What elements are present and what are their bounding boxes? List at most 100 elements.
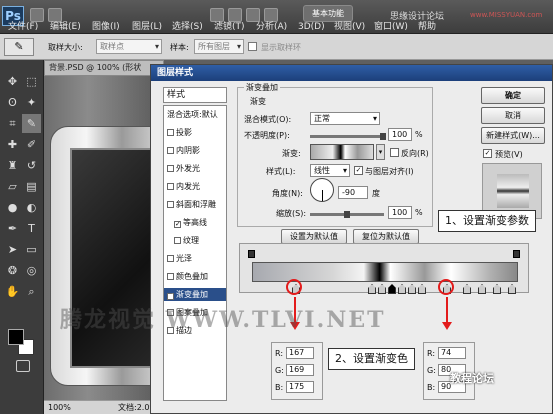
site-url: www.MISSYUAN.com: [470, 11, 543, 19]
menu-3d[interactable]: 3D(D): [298, 20, 325, 34]
marquee-tool-icon[interactable]: ⬚: [22, 72, 41, 91]
history-brush-icon[interactable]: ↺: [22, 156, 41, 175]
cancel-button[interactable]: 取消: [481, 107, 545, 124]
zoom-level[interactable]: 100%: [48, 401, 71, 414]
menu-filter[interactable]: 滤镜(T): [214, 20, 245, 34]
style-checkbox-checked[interactable]: ✓: [167, 293, 174, 300]
style-checkbox-checked[interactable]: ✓: [174, 221, 181, 228]
make-default-button[interactable]: 设置为默认值: [281, 229, 347, 244]
style-checkbox[interactable]: [174, 237, 181, 244]
color-stop[interactable]: [493, 284, 501, 294]
g-value[interactable]: 169: [286, 364, 314, 376]
menu-view[interactable]: 视图(V): [334, 20, 365, 34]
opacity-stop-left[interactable]: [248, 250, 255, 258]
style-inner-shadow[interactable]: 内阴影: [164, 144, 226, 157]
scale-input[interactable]: 100: [388, 206, 412, 219]
sample-select[interactable]: 所有图层: [194, 39, 244, 54]
crop-tool-icon[interactable]: ⌗: [3, 114, 22, 133]
blur-tool-icon[interactable]: ●: [3, 198, 22, 217]
menu-help[interactable]: 帮助: [418, 20, 436, 34]
gradient-tool-icon[interactable]: ▤: [22, 177, 41, 196]
move-tool-icon[interactable]: ✥: [3, 72, 22, 91]
healing-brush-icon[interactable]: ✚: [3, 135, 22, 154]
style-bevel-emboss[interactable]: 斜面和浮雕: [164, 198, 226, 211]
color-stop[interactable]: [368, 284, 376, 294]
color-stop[interactable]: [418, 284, 426, 294]
reverse-checkbox[interactable]: [390, 148, 399, 157]
color-stop[interactable]: [408, 284, 416, 294]
style-checkbox[interactable]: [167, 255, 174, 262]
color-stop[interactable]: [478, 284, 486, 294]
r-value[interactable]: 74: [438, 347, 466, 359]
style-contour[interactable]: ✓ 等高线: [164, 216, 226, 229]
menu-window[interactable]: 窗口(W): [374, 20, 408, 34]
eyedropper-tool-preset-icon[interactable]: ✎: [4, 38, 34, 56]
menu-select[interactable]: 选择(S): [172, 20, 203, 34]
menu-analysis[interactable]: 分析(A): [256, 20, 287, 34]
style-checkbox[interactable]: [167, 129, 174, 136]
quick-select-tool-icon[interactable]: ✦: [22, 93, 41, 112]
styles-header[interactable]: 样式: [163, 87, 227, 103]
type-tool-icon[interactable]: T: [22, 219, 41, 238]
opacity-stop-right[interactable]: [513, 250, 520, 258]
color-stop[interactable]: [388, 284, 396, 294]
zoom-tool-icon[interactable]: ⌕: [22, 282, 41, 301]
r-value[interactable]: 167: [286, 347, 314, 359]
style-checkbox[interactable]: [167, 147, 174, 154]
gradient-dropdown-icon[interactable]: ▾: [376, 144, 385, 160]
angle-input[interactable]: -90: [338, 186, 368, 199]
color-stop[interactable]: [378, 284, 386, 294]
style-checkbox[interactable]: [167, 201, 174, 208]
sample-size-select[interactable]: 取样点: [96, 39, 162, 54]
document-canvas[interactable]: [44, 76, 154, 400]
quick-mask-icon[interactable]: [16, 360, 30, 372]
hand-tool-icon[interactable]: ✋: [3, 282, 22, 301]
dodge-tool-icon[interactable]: ◐: [22, 198, 41, 217]
opacity-slider-thumb[interactable]: [380, 133, 386, 140]
eraser-tool-icon[interactable]: ▱: [3, 177, 22, 196]
color-stop[interactable]: [508, 284, 516, 294]
brush-tool-icon[interactable]: ✐: [22, 135, 41, 154]
style-color-overlay[interactable]: 颜色叠加: [164, 270, 226, 283]
pen-tool-icon[interactable]: ✒: [3, 219, 22, 238]
menu-edit[interactable]: 编辑(E): [50, 20, 81, 34]
3d-rotate-icon[interactable]: ❂: [3, 261, 22, 280]
style-satin[interactable]: 光泽: [164, 252, 226, 265]
3d-orbit-icon[interactable]: ◎: [22, 261, 41, 280]
ok-button[interactable]: 确定: [481, 87, 545, 104]
style-checkbox[interactable]: [167, 273, 174, 280]
angle-dial[interactable]: [310, 178, 334, 202]
foreground-color-swatch[interactable]: [8, 329, 24, 345]
style-inner-glow[interactable]: 内发光: [164, 180, 226, 193]
opacity-slider[interactable]: [310, 135, 384, 138]
eyedropper-tool-icon[interactable]: ✎: [22, 114, 41, 133]
style-texture[interactable]: 纹理: [164, 234, 226, 247]
color-stop[interactable]: [463, 284, 471, 294]
color-stop[interactable]: [398, 284, 406, 294]
style-gradient-overlay[interactable]: ✓ 渐变叠加: [164, 288, 226, 301]
b-value[interactable]: 175: [286, 381, 314, 393]
new-style-button[interactable]: 新建样式(W)...: [481, 127, 545, 144]
show-ring-checkbox[interactable]: [248, 42, 257, 51]
gradient-style-select[interactable]: 线性: [310, 164, 350, 177]
menu-image[interactable]: 图像(I): [92, 20, 120, 34]
document-tab[interactable]: 背景.PSD @ 100% (形状: [44, 60, 164, 76]
menu-file[interactable]: 文件(F): [8, 20, 38, 34]
style-outer-glow[interactable]: 外发光: [164, 162, 226, 175]
style-checkbox[interactable]: [167, 165, 174, 172]
reset-default-button[interactable]: 复位为默认值: [353, 229, 419, 244]
menu-layer[interactable]: 图层(L): [132, 20, 162, 34]
scale-slider-thumb[interactable]: [344, 211, 350, 218]
gradient-picker[interactable]: [310, 144, 374, 160]
lasso-tool-icon[interactable]: ʘ: [3, 93, 22, 112]
shape-tool-icon[interactable]: ▭: [22, 240, 41, 259]
style-checkbox[interactable]: [167, 183, 174, 190]
path-select-icon[interactable]: ➤: [3, 240, 22, 259]
style-blending-options[interactable]: 混合选项:默认: [164, 108, 226, 121]
style-drop-shadow[interactable]: 投影: [164, 126, 226, 139]
clone-stamp-icon[interactable]: ♜: [3, 156, 22, 175]
align-layer-checkbox[interactable]: ✓: [354, 166, 363, 175]
blend-mode-select[interactable]: 正常: [310, 112, 380, 125]
opacity-input[interactable]: 100: [388, 128, 412, 141]
preview-checkbox[interactable]: ✓: [483, 149, 492, 158]
